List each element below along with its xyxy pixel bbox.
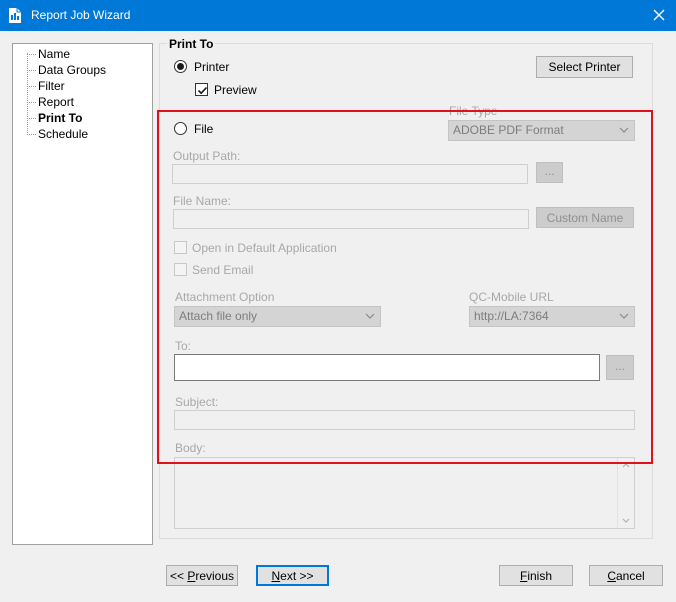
wizard-steps-tree: Name Data Groups Filter Report Print To … bbox=[12, 43, 153, 545]
open-default-label: Open in Default Application bbox=[192, 241, 337, 255]
close-icon bbox=[653, 9, 665, 21]
to-browse-button[interactable]: ... bbox=[606, 355, 634, 380]
preview-checkbox[interactable] bbox=[195, 83, 208, 96]
select-printer-button[interactable]: Select Printer bbox=[536, 56, 633, 78]
printer-label: Printer bbox=[194, 60, 230, 74]
previous-button[interactable]: << Previous bbox=[166, 565, 238, 586]
output-path-label: Output Path: bbox=[173, 149, 241, 163]
scroll-down-icon[interactable] bbox=[622, 518, 630, 523]
body-textarea[interactable] bbox=[174, 457, 635, 529]
printer-radio[interactable] bbox=[174, 60, 187, 73]
file-radio[interactable] bbox=[174, 122, 187, 135]
attachment-option-value: Attach file only bbox=[179, 309, 258, 323]
tree-item-label: Name bbox=[38, 47, 71, 61]
tree-item-schedule[interactable]: Schedule bbox=[27, 126, 147, 142]
file-type-value: ADOBE PDF Format bbox=[453, 123, 564, 137]
open-default-checkbox[interactable] bbox=[174, 241, 187, 254]
file-name-input[interactable] bbox=[173, 209, 529, 229]
file-name-label: File Name: bbox=[173, 194, 232, 208]
to-label: To: bbox=[175, 339, 192, 353]
tree-item-label: Filter bbox=[38, 79, 65, 93]
tree-item-label: Data Groups bbox=[38, 63, 107, 77]
tree-item-report[interactable]: Report bbox=[27, 94, 147, 110]
attachment-option-select[interactable]: Attach file only bbox=[174, 306, 381, 327]
file-type-select[interactable]: ADOBE PDF Format bbox=[448, 120, 635, 141]
send-email-label: Send Email bbox=[192, 263, 254, 277]
body-label: Body: bbox=[175, 441, 206, 455]
cancel-button[interactable]: Cancel bbox=[589, 565, 663, 586]
close-button[interactable] bbox=[642, 0, 676, 31]
finish-button[interactable]: Finish bbox=[499, 565, 573, 586]
to-input[interactable] bbox=[174, 354, 600, 381]
scroll-up-icon[interactable] bbox=[622, 463, 630, 468]
qc-mobile-url-value: http://LA:7364 bbox=[474, 309, 549, 323]
subject-input[interactable] bbox=[174, 410, 635, 430]
body-scrollbar[interactable] bbox=[617, 458, 634, 528]
attachment-option-label: Attachment Option bbox=[175, 290, 275, 304]
qc-mobile-url-label: QC-Mobile URL bbox=[469, 290, 554, 304]
tree-item-label: Schedule bbox=[38, 127, 89, 141]
tree-item-filter[interactable]: Filter bbox=[27, 78, 147, 94]
tree-item-print-to[interactable]: Print To bbox=[27, 110, 147, 126]
chevron-down-icon bbox=[365, 313, 375, 319]
output-path-input[interactable] bbox=[172, 164, 528, 184]
print-to-title: Print To bbox=[167, 37, 216, 51]
tree-item-label: Print To bbox=[38, 111, 83, 125]
tree-item-name[interactable]: Name bbox=[27, 46, 147, 62]
subject-label: Subject: bbox=[175, 395, 219, 409]
chevron-down-icon bbox=[619, 127, 629, 133]
file-label: File bbox=[194, 122, 214, 136]
title-bar: Report Job Wizard bbox=[0, 0, 676, 31]
next-button[interactable]: Next >> bbox=[256, 565, 329, 586]
tree-item-data-groups[interactable]: Data Groups bbox=[27, 62, 147, 78]
send-email-checkbox[interactable] bbox=[174, 263, 187, 276]
checkmark-icon bbox=[197, 86, 208, 95]
preview-label: Preview bbox=[214, 83, 257, 97]
output-path-browse-button[interactable]: ... bbox=[536, 162, 563, 183]
tree-item-label: Report bbox=[38, 95, 75, 109]
custom-name-button[interactable]: Custom Name bbox=[536, 207, 634, 228]
chevron-down-icon bbox=[619, 313, 629, 319]
file-type-label: File Type bbox=[449, 104, 498, 118]
qc-mobile-url-select[interactable]: http://LA:7364 bbox=[469, 306, 635, 327]
report-icon bbox=[9, 8, 21, 23]
window-title: Report Job Wizard bbox=[31, 8, 131, 22]
